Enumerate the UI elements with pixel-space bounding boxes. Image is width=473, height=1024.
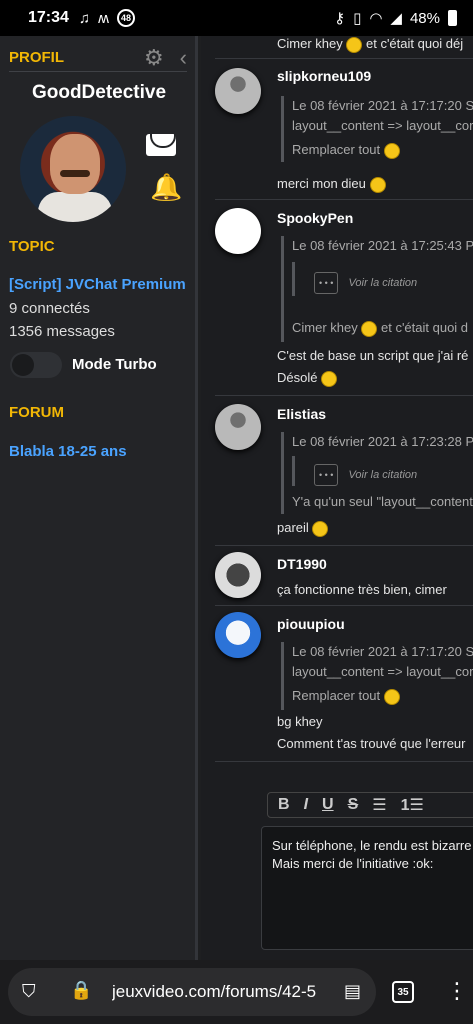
status-time: 17:34 (28, 9, 69, 26)
message-quote: Le 08 février 2021 à 17:17:20 S layout__… (281, 96, 473, 162)
message-item: Elistias Le 08 février 2021 à 17:23:28 P… (215, 396, 473, 546)
message-editor[interactable]: Sur téléphone, le rendu est bizarre Mais… (261, 826, 473, 950)
smiley-icon (383, 142, 400, 159)
editor-toolbar: B I U S ☰ 1☰ (267, 792, 473, 818)
avatar[interactable] (215, 208, 261, 254)
music-icon: ♫ (78, 9, 91, 27)
smiley-icon (361, 320, 378, 337)
message-body: Comment t'as trouvé que l'erreur (277, 736, 466, 751)
url-bar[interactable]: ⛉ 🔒 jeuxvideo.com/forums/42-5 ▤ (8, 968, 376, 1016)
wifi-icon: ◠ (369, 10, 383, 27)
bell-icon[interactable]: 🔔 (150, 172, 182, 203)
avatar[interactable] (215, 68, 261, 114)
message-body: pareil (277, 520, 329, 537)
browser-bar: ⛉ 🔒 jeuxvideo.com/forums/42-5 ▤ 35 ⋮ (0, 960, 473, 1024)
battery-icon (448, 10, 457, 26)
message-body: bg khey (277, 714, 323, 729)
m-icon: ʍ (98, 9, 110, 27)
message-body: merci mon dieu (277, 176, 386, 193)
menu-icon[interactable]: ⋮ (446, 978, 468, 1004)
smiley-icon (321, 370, 338, 387)
signal-icon: ◢ (390, 10, 402, 27)
chevron-left-icon[interactable]: ‹ (180, 45, 187, 71)
tabs-count-button[interactable]: 35 (392, 981, 414, 1003)
forum-link[interactable]: Blabla 18-25 ans (9, 443, 127, 460)
message-list: Cimer khey et c'était quoi déj slipkorne… (201, 36, 473, 960)
avatar[interactable] (215, 612, 261, 658)
strike-button[interactable]: S (348, 796, 359, 814)
message-item: slipkorneu109 Le 08 février 2021 à 17:17… (215, 58, 473, 200)
message-item: DT1990 ça fonctionne très bien, cimer (215, 546, 473, 606)
message-body: C'est de base un script que j'ai ré (277, 348, 469, 363)
profil-title: PROFIL (9, 49, 64, 66)
italic-button[interactable]: I (304, 796, 308, 814)
message-author[interactable]: piouupiou (277, 616, 345, 632)
turbo-toggle[interactable] (10, 352, 62, 378)
message-body: Désolé (277, 370, 338, 387)
avatar[interactable] (215, 404, 261, 450)
shield-icon[interactable]: ⛉ (22, 981, 36, 1002)
profile-username[interactable]: GoodDetective (0, 82, 198, 104)
forum-title: FORUM (9, 404, 64, 421)
voir-citation-link[interactable]: • • • Voir la citation (314, 464, 417, 486)
notification-badge-icon: 48 (117, 9, 136, 27)
message-quote: Le 08 février 2021 à 17:17:20 S layout__… (281, 642, 473, 710)
mail-icon[interactable] (146, 134, 176, 156)
smiley-icon (346, 36, 363, 53)
bold-button[interactable]: B (278, 796, 290, 814)
vibrate-icon: ▯ (353, 10, 362, 27)
messages-count: 1356 messages (9, 323, 115, 340)
topic-title: TOPIC (9, 238, 55, 255)
message-author[interactable]: SpookyPen (277, 210, 353, 226)
message-author[interactable]: Elistias (277, 406, 326, 422)
message-quote: Le 08 février 2021 à 17:23:28 P • • • Voi… (281, 432, 473, 514)
gear-icon[interactable]: ⚙ (144, 45, 164, 71)
bullet-list-button[interactable]: ☰ (372, 795, 386, 815)
voir-citation-link[interactable]: • • • Voir la citation (314, 272, 417, 294)
message-quote: Le 08 février 2021 à 17:25:43 P • • • Voi… (281, 236, 473, 342)
profile-avatar[interactable] (20, 116, 126, 222)
key-icon: ⚷ (334, 10, 346, 27)
message-body: ça fonctionne très bien, cimer (277, 582, 447, 597)
message-author[interactable]: slipkorneu109 (277, 68, 371, 84)
message-item: SpookyPen Le 08 février 2021 à 17:25:43 … (215, 200, 473, 396)
numbered-list-button[interactable]: 1☰ (401, 795, 424, 815)
underline-button[interactable]: U (322, 796, 334, 814)
reader-icon[interactable]: ▤ (344, 981, 361, 1002)
smiley-icon (312, 520, 329, 537)
profil-header: PROFIL ⚙ ‹ (9, 44, 187, 72)
message-author[interactable]: DT1990 (277, 556, 327, 572)
topic-link[interactable]: [Script] JVChat Premium (9, 276, 186, 293)
smiley-icon (383, 688, 400, 705)
avatar[interactable] (215, 552, 261, 598)
smiley-icon (369, 176, 386, 193)
battery-text: 48% (409, 9, 440, 27)
connected-count: 9 connectés (9, 300, 90, 317)
turbo-label: Mode Turbo (72, 356, 157, 373)
sidebar: PROFIL ⚙ ‹ GoodDetective 🔔 TOPIC [Script… (0, 36, 198, 960)
status-bar: 17:34 ♫ ʍ 48 ⚷ ▯ ◠ ◢ 48% (0, 0, 473, 36)
url-text[interactable]: jeuxvideo.com/forums/42-5 (112, 982, 332, 1002)
lock-icon[interactable]: 🔒 (70, 980, 92, 1001)
message-item: piouupiou Le 08 février 2021 à 17:17:20 … (215, 606, 473, 762)
previous-message-tail: Cimer khey et c'était quoi déj (277, 36, 464, 53)
